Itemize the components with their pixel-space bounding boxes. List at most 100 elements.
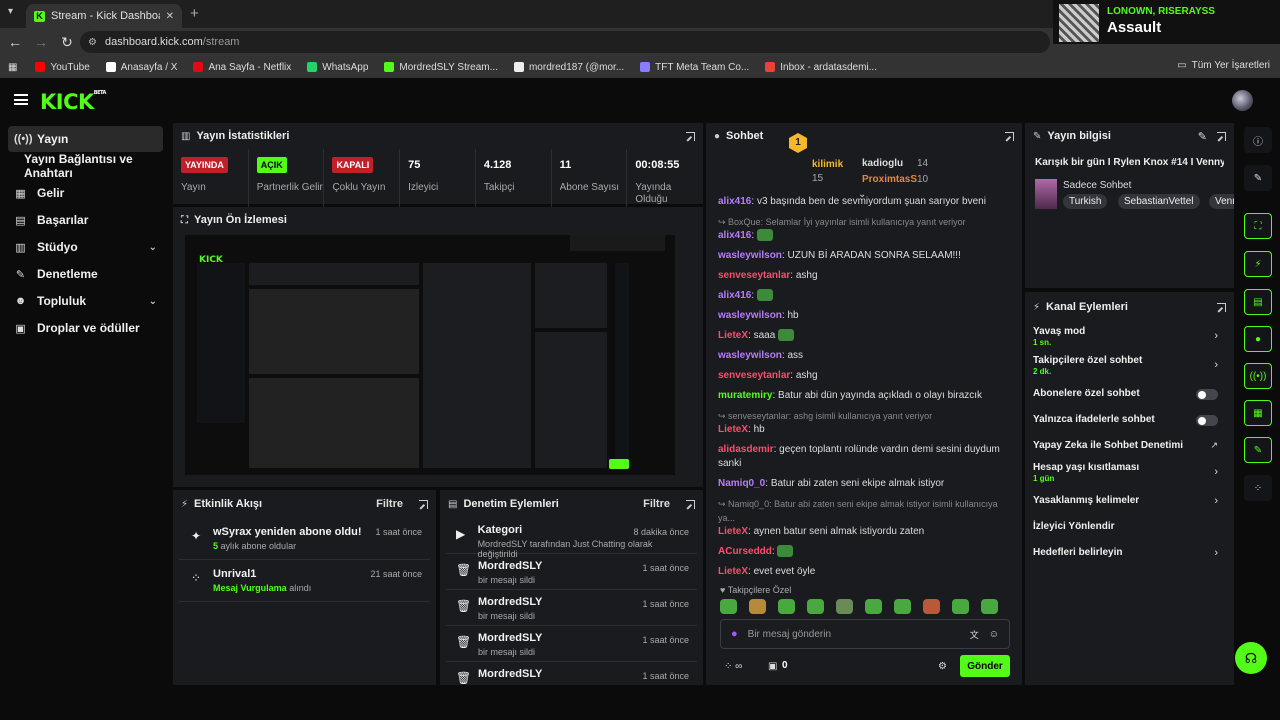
- list-item[interactable]: 🗑 MordredSLY 1 saat önce: [446, 662, 697, 685]
- community-icon[interactable]: ⁘: [1244, 475, 1272, 501]
- chevron-right-icon[interactable]: ›: [1214, 547, 1218, 559]
- tag[interactable]: SebastianVettel: [1118, 194, 1200, 209]
- chevron-right-icon[interactable]: ›: [1214, 359, 1218, 371]
- channel-action[interactable]: Yavaş mod 1 sn. ›: [1033, 322, 1226, 351]
- emote-icon[interactable]: [749, 599, 766, 614]
- chevron-down-icon[interactable]: ⌄: [149, 242, 157, 253]
- list-item[interactable]: ✦ wSyrax yeniden abone oldu! 5 aylık abone…: [179, 518, 430, 560]
- popout-icon[interactable]: [686, 499, 695, 509]
- chat-message[interactable]: LieteX: aynen batur seni almak istiyordu…: [706, 525, 1022, 539]
- emote-icon[interactable]: [923, 599, 940, 614]
- gift-icon[interactable]: ▣: [768, 661, 777, 672]
- bookmark-item[interactable]: TFT Meta Team Co...: [640, 62, 749, 73]
- site-info-icon[interactable]: ⚙: [88, 37, 97, 48]
- layout-icon[interactable]: ▦: [1244, 400, 1272, 426]
- emoji-icon[interactable]: ☺: [989, 629, 999, 640]
- chat-message[interactable]: senveseytanlar: ashg: [706, 269, 1022, 283]
- chevron-right-icon[interactable]: ›: [1214, 330, 1218, 342]
- tab-search-icon[interactable]: ▾: [8, 6, 13, 17]
- filter-button[interactable]: Filtre: [376, 498, 403, 510]
- channel-action[interactable]: Abonelere özel sohbet: [1033, 380, 1226, 406]
- kick-logo[interactable]: KICKBETA: [40, 90, 106, 114]
- sidebar-item[interactable]: ✎ Denetleme: [8, 261, 163, 287]
- kicks-icon[interactable]: ⁘ ∞: [724, 661, 742, 672]
- emote-icon[interactable]: [836, 599, 853, 614]
- emote-icon[interactable]: [865, 599, 882, 614]
- chat-message[interactable]: alidasdemir: geçen toplantı rolünde vard…: [706, 443, 1022, 471]
- back-icon[interactable]: ←: [4, 34, 26, 50]
- chat-message[interactable]: alix416:: [706, 289, 1022, 303]
- emote-icon[interactable]: [952, 599, 969, 614]
- chat-username[interactable]: muratemiry: [718, 390, 772, 401]
- category-name[interactable]: Sadece Sohbet: [1063, 180, 1131, 191]
- tag[interactable]: Turkish: [1063, 194, 1108, 209]
- chat-settings-icon[interactable]: ⚙: [938, 661, 947, 672]
- bookmark-item[interactable]: Anasayfa / X: [105, 62, 177, 73]
- reload-icon[interactable]: ↻: [56, 34, 78, 51]
- url-input[interactable]: ⚙ dashboard.kick.com/stream: [80, 31, 1050, 53]
- chat-username[interactable]: Namiq0_0: [718, 478, 765, 489]
- chat-username[interactable]: LieteX: [718, 330, 748, 341]
- top-chatter-3[interactable]: ProximtasS: [862, 174, 917, 185]
- browser-tab[interactable]: K Stream - Kick Dashboard ✕: [26, 4, 182, 28]
- filter-button[interactable]: Filtre: [643, 498, 670, 510]
- list-item[interactable]: 🗑 MordredSLY bir mesajı sildi 1 saat önce: [446, 554, 697, 590]
- popout-icon[interactable]: [1005, 131, 1014, 141]
- edit-icon[interactable]: ✎: [1198, 130, 1207, 143]
- edit-icon[interactable]: ✎: [1244, 165, 1272, 191]
- chat-username[interactable]: ACurseddd: [718, 546, 772, 557]
- bookmark-item[interactable]: Ana Sayfa - Netflix: [193, 62, 291, 73]
- channel-action[interactable]: İzleyici Yönlendir: [1033, 513, 1226, 539]
- new-tab-icon[interactable]: +: [190, 5, 199, 22]
- stream-preview-video[interactable]: KICK: [185, 235, 675, 475]
- wrench-icon[interactable]: ✎: [1244, 437, 1272, 463]
- bookmark-item[interactable]: YouTube: [35, 62, 90, 73]
- chat-username[interactable]: alidasdemir: [718, 444, 774, 455]
- popout-icon[interactable]: [686, 131, 695, 141]
- support-icon[interactable]: ☊: [1235, 642, 1267, 674]
- external-link-icon[interactable]: ↗: [1210, 440, 1218, 451]
- bookmark-item[interactable]: Inbox - ardatasdemi...: [765, 62, 877, 73]
- emote-icon[interactable]: [981, 599, 998, 614]
- chat-message[interactable]: alix416: v3 başında ben de sevmiyordum ş…: [706, 195, 1022, 209]
- popout-icon[interactable]: [419, 499, 428, 509]
- sidebar-item[interactable]: Yayın Bağlantısı ve Anahtarı: [8, 152, 163, 180]
- bookmark-item[interactable]: WhatsApp: [307, 62, 368, 73]
- top-chatter-2[interactable]: kadioglu: [862, 158, 903, 169]
- toggle-switch[interactable]: [1196, 415, 1218, 426]
- chevron-down-icon[interactable]: ⌄: [149, 296, 157, 307]
- chevron-right-icon[interactable]: ›: [1214, 495, 1218, 507]
- chat-username[interactable]: alix416: [718, 230, 751, 241]
- chat-message[interactable]: wasleywilson: hb: [706, 309, 1022, 323]
- translate-icon[interactable]: 文: [970, 628, 979, 641]
- chat-message[interactable]: ACurseddd:: [706, 545, 1022, 559]
- broadcast-icon[interactable]: ((•)): [1244, 363, 1272, 389]
- emote-icon[interactable]: [894, 599, 911, 614]
- chat-message[interactable]: LieteX: saaa: [706, 329, 1022, 343]
- chat-username[interactable]: alix416: [718, 196, 751, 207]
- chat-username[interactable]: LieteX: [718, 526, 748, 537]
- list-item[interactable]: ⁘ Unrival1 Mesaj Vurgulama alındı 21 saat ö…: [179, 560, 430, 602]
- toggle-switch[interactable]: [1196, 389, 1218, 400]
- chat-message[interactable]: senveseytanlar: ashg: [706, 369, 1022, 383]
- chat-message[interactable]: muratemiry: Batur abi dün yayında açıkla…: [706, 389, 1022, 403]
- chat-username[interactable]: senveseytanlar: [718, 270, 790, 281]
- list-item[interactable]: 🗑 MordredSLY bir mesajı sildi 1 saat önce: [446, 626, 697, 662]
- sidebar-item[interactable]: ▥ Stüdyo ⌄: [8, 234, 163, 260]
- info-icon[interactable]: ⓘ: [1244, 127, 1272, 153]
- tag[interactable]: Venn: [1209, 194, 1234, 209]
- chat-username[interactable]: LieteX: [718, 566, 748, 577]
- sidebar-item[interactable]: ☻ Topluluk ⌄: [8, 288, 163, 314]
- chat-icon[interactable]: ●: [1244, 326, 1272, 352]
- channel-action[interactable]: Hesap yaşı kısıtlaması 1 gün ›: [1033, 458, 1226, 487]
- all-bookmarks[interactable]: ▭ Tüm Yer İşaretleri: [1177, 60, 1270, 71]
- emote-icon[interactable]: [778, 599, 795, 614]
- bookmark-item[interactable]: mordred187 (@mor...: [513, 62, 624, 73]
- mic-icon[interactable]: ●: [731, 628, 738, 640]
- channel-action[interactable]: Takipçilere özel sohbet 2 dk. ›: [1033, 351, 1226, 380]
- chat-message[interactable]: wasleywilson: ass: [706, 349, 1022, 363]
- forward-icon[interactable]: →: [30, 34, 52, 50]
- chat-message[interactable]: wasleywilson: UZUN Bİ ARADAN SONRA SELAA…: [706, 249, 1022, 263]
- chevron-right-icon[interactable]: ›: [1214, 466, 1218, 478]
- chat-message[interactable]: alix416:: [706, 229, 1022, 243]
